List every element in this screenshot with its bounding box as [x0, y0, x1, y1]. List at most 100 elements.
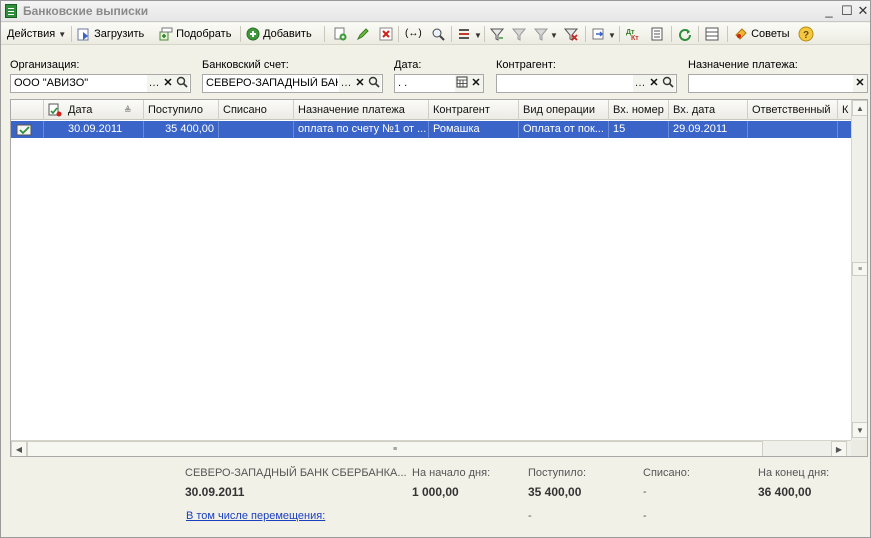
- horizontal-scrollbar[interactable]: ◀ ≡ ▶: [11, 440, 852, 456]
- end-of-day-label: На конец дня:: [758, 467, 830, 479]
- document-list-icon: [5, 4, 17, 18]
- payment-purpose-field[interactable]: ✕: [688, 74, 868, 93]
- column-counterparty[interactable]: Контрагент: [429, 100, 519, 120]
- actions-menu[interactable]: Действия ▼: [7, 25, 66, 43]
- column-incoming-date[interactable]: Вх. дата: [669, 100, 748, 120]
- transfers-link[interactable]: В том числе перемещения:: [186, 510, 325, 522]
- column-operation-type[interactable]: Вид операции: [519, 100, 609, 120]
- counterparty-open-icon[interactable]: [661, 75, 675, 92]
- end-of-day-value: 36 400,00: [758, 485, 812, 499]
- counterparty-field[interactable]: … ✕: [496, 74, 677, 93]
- calendar-icon[interactable]: [455, 75, 469, 92]
- filter-history-icon[interactable]: [534, 27, 548, 41]
- copy-icon[interactable]: [333, 27, 347, 41]
- column-written-off[interactable]: Списано: [219, 100, 294, 120]
- report-icon[interactable]: [650, 27, 664, 41]
- structure-icon[interactable]: [705, 27, 719, 41]
- date-label: Дата:: [394, 59, 422, 71]
- add-button[interactable]: Добавить: [246, 25, 312, 43]
- counterparty-label: Контрагент:: [496, 59, 556, 71]
- organization-open-icon[interactable]: [175, 75, 189, 92]
- bank-account-clear-icon[interactable]: ✕: [353, 75, 367, 92]
- bank-account-field[interactable]: СЕВЕРО-ЗАПАДНЫЙ БАНК … ✕: [202, 74, 383, 93]
- column-status[interactable]: [11, 100, 44, 120]
- dt-kt-icon[interactable]: Дт Кт: [626, 27, 640, 41]
- scroll-left-icon[interactable]: ◀: [11, 441, 27, 456]
- bank-account-select-button[interactable]: …: [339, 75, 353, 92]
- delete-icon[interactable]: [379, 27, 393, 41]
- edit-icon[interactable]: [356, 27, 370, 41]
- clear-filter-icon[interactable]: [564, 27, 578, 41]
- counterparty-clear-icon[interactable]: ✕: [647, 75, 661, 92]
- maximize-button[interactable]: ☐: [839, 3, 855, 19]
- go-to-chevron-icon[interactable]: ▼: [608, 27, 616, 45]
- column-incoming-number[interactable]: Вх. номер: [609, 100, 669, 120]
- received-transfers-value: -: [528, 510, 532, 522]
- date-clear-icon[interactable]: ✕: [469, 75, 483, 92]
- scroll-thumb[interactable]: ≡: [852, 262, 867, 276]
- load-button[interactable]: Загрузить: [77, 25, 144, 43]
- vertical-scrollbar[interactable]: ▲ ≡ ▼: [851, 100, 867, 440]
- posted-document-icon: [16, 124, 32, 136]
- scroll-up-icon[interactable]: ▲: [852, 100, 867, 116]
- scroll-corner: [851, 440, 867, 456]
- filter-history-chevron-icon[interactable]: ▼: [550, 27, 558, 45]
- organization-value: ООО "АВИЗО": [14, 77, 89, 89]
- window-title: Банковские выписки: [23, 4, 149, 18]
- start-of-day-label: На начало дня:: [412, 467, 491, 479]
- select-button[interactable]: Подобрать: [159, 25, 231, 43]
- title-bar: Банковские выписки _ ☐ ✕: [1, 1, 870, 22]
- minimize-button[interactable]: _: [821, 3, 837, 19]
- refresh-icon[interactable]: [678, 27, 692, 41]
- find-icon[interactable]: [431, 27, 445, 41]
- row-more: [838, 121, 852, 138]
- row-date: 30.09.2011: [44, 121, 144, 138]
- magnifier-icon: [662, 76, 674, 88]
- close-button[interactable]: ✕: [855, 3, 871, 19]
- actions-label: Действия: [7, 28, 56, 40]
- filter-icon[interactable]: [490, 27, 504, 41]
- go-to-icon[interactable]: [592, 27, 606, 41]
- bank-statements-table[interactable]: Дата ≜ Поступило Списано Назначение плат…: [10, 99, 868, 457]
- column-payment-purpose[interactable]: Назначение платежа: [294, 100, 429, 120]
- column-more[interactable]: К: [838, 100, 852, 120]
- document-state-icon: [48, 103, 62, 117]
- chevron-down-icon: ▼: [58, 30, 67, 39]
- written-off-value: -: [643, 486, 647, 498]
- row-operation-type: Оплата от пок...: [519, 121, 609, 138]
- list-settings-chevron-icon[interactable]: ▼: [474, 27, 482, 45]
- row-responsible: [748, 121, 838, 138]
- organization-field[interactable]: ООО "АВИЗО" … ✕: [10, 74, 191, 93]
- svg-text:Кт: Кт: [631, 35, 639, 41]
- select-label: Подобрать: [176, 28, 232, 40]
- row-status-cell: [11, 121, 44, 138]
- organization-select-button[interactable]: …: [147, 75, 161, 92]
- received-label: Поступило:: [528, 467, 587, 479]
- add-icon: [246, 27, 260, 41]
- organization-clear-icon[interactable]: ✕: [161, 75, 175, 92]
- totals-bank-name: СЕВЕРО-ЗАПАДНЫЙ БАНК СБЕРБАНКА...: [185, 467, 407, 479]
- written-off-transfers-value: -: [643, 510, 647, 522]
- column-date[interactable]: Дата ≜: [44, 100, 144, 120]
- load-label: Загрузить: [94, 28, 145, 40]
- help-icon[interactable]: ?: [798, 26, 814, 42]
- tips-button[interactable]: Советы: [734, 25, 790, 43]
- table-row[interactable]: 30.09.2011 35 400,00 оплата по счету №1 …: [11, 121, 852, 138]
- svg-text:?: ?: [803, 30, 809, 41]
- date-value: . .: [398, 77, 408, 89]
- interval-button[interactable]: (↔): [405, 25, 422, 43]
- bank-account-open-icon[interactable]: [367, 75, 381, 92]
- toolbar: Действия ▼ Загрузить Подобрать Добавить …: [1, 23, 870, 45]
- scroll-right-icon[interactable]: ▶: [831, 441, 847, 456]
- payment-purpose-clear-icon[interactable]: ✕: [853, 75, 867, 92]
- start-of-day-value: 1 000,00: [412, 485, 459, 499]
- counterparty-select-button[interactable]: …: [633, 75, 647, 92]
- horizontal-scroll-thumb[interactable]: ≡: [27, 441, 763, 456]
- column-responsible[interactable]: Ответственный: [748, 100, 838, 120]
- list-settings-icon[interactable]: [458, 27, 472, 41]
- scroll-down-icon[interactable]: ▼: [852, 422, 867, 438]
- filter-value-icon[interactable]: [512, 27, 526, 41]
- date-field[interactable]: . . ✕: [394, 74, 484, 93]
- column-received[interactable]: Поступило: [144, 100, 219, 120]
- column-date-label: Дата: [68, 104, 93, 116]
